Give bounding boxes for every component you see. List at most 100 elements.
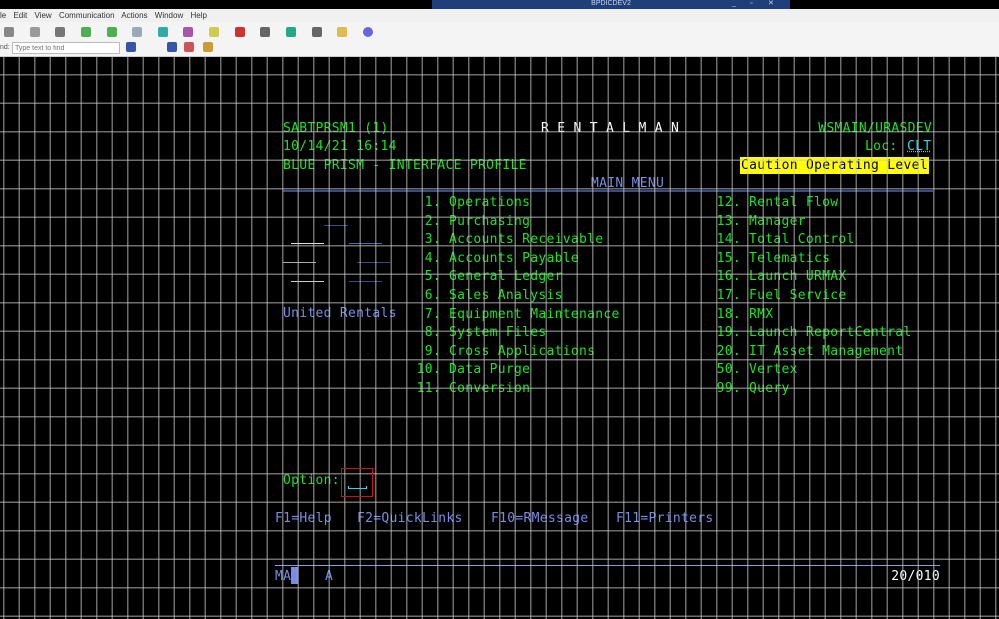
menu-actions[interactable]: Actions [121,11,147,20]
menu-item-label[interactable]: Accounts Payable [449,251,579,266]
fkey-quicklinks[interactable]: F2=QuickLinks [357,511,463,526]
date-time: 10/14/21 16:14 [283,139,397,154]
session-window-tab[interactable]: BPDICDEV2 _ ▫ ✕ [432,0,790,9]
menu-item-label[interactable]: Telematics [749,251,830,266]
menu-item-number: 10. [416,362,441,378]
menu-item-number: 5. [424,269,441,285]
arrow-down-icon[interactable] [167,42,177,52]
pause-icon[interactable] [311,27,322,37]
restore-button[interactable]: ▫ [750,0,752,8]
upload-icon[interactable] [80,27,91,37]
menu-item-label[interactable]: Fuel Service [749,288,847,303]
menu-help[interactable]: Help [190,11,206,20]
menu-item-label[interactable]: Rental Flow [749,195,838,210]
menu-item-number: 20. [716,343,741,359]
menu-communication[interactable]: Communication [59,11,115,20]
input-cursor-marker [348,486,367,489]
find-label: nd: [0,44,10,51]
fkey-printers[interactable]: F11=Printers [616,511,714,526]
menu-view[interactable]: View [35,11,52,20]
menu-item-number: 6. [424,288,441,303]
logo-line [349,243,382,244]
minimize-button[interactable]: _ [732,0,736,8]
menu-item-number: 11. [416,381,441,396]
menu-item-label[interactable]: Launch ReportCentral [749,325,912,340]
session-id: SABTPRSM1 (1) [283,121,389,136]
menu-title: MAIN MENU [591,176,665,191]
logo-line [349,281,382,282]
menu-item-label[interactable]: Vertex [749,362,798,377]
option-label: Option: [283,473,340,488]
document-icon[interactable] [132,27,143,37]
stop-icon[interactable] [260,27,271,37]
menu-item-label[interactable]: RMX [749,307,773,322]
logo-line [357,262,390,263]
menu-item-label[interactable]: Launch URMAX [749,269,847,284]
menu-item-label[interactable]: Operations [449,195,530,210]
menu-edit[interactable]: Edit [13,11,27,20]
macro-icon[interactable] [209,27,220,37]
cursor-block [291,567,298,584]
close-button[interactable]: ✕ [768,0,774,8]
menu-item-label[interactable]: Data Purge [449,362,530,377]
menu-item-label[interactable]: General Ledger [449,269,563,284]
menu-item-number: 9. [424,343,441,359]
menu-item-number: 15. [716,250,741,266]
window-title: BPDICDEV2 [591,0,631,7]
cursor-position: 20/010 [891,569,940,584]
logo-line [291,281,324,282]
logo-line [291,243,324,244]
menu-item-number: 1. [424,195,441,210]
palette-icon[interactable] [183,27,194,37]
menu-bar: le Edit View Communication Actions Windo… [0,9,999,22]
menu-item-label[interactable]: Conversion [449,381,530,396]
menu-item-label[interactable]: System Files [449,325,547,340]
fkey-rmessage[interactable]: F10=RMessage [491,511,589,526]
menu-item-label[interactable]: Total Control [749,232,855,247]
play-icon[interactable] [286,27,297,37]
logo-line [324,225,348,226]
menu-item-number: 99. [716,381,741,396]
binoculars-icon[interactable] [126,42,136,52]
display-icon[interactable] [157,27,168,37]
help-icon[interactable] [362,27,373,37]
menu-item-label[interactable]: Accounts Receivable [449,232,603,247]
menu-item-label[interactable]: Equipment Maintenance [449,307,620,322]
menu-item-label[interactable]: Manager [749,214,806,229]
menu-item-number: 19. [716,325,741,341]
profile-title: BLUE PRISM - INTERFACE PROFILE [283,158,527,173]
find-options-icon[interactable] [203,42,213,52]
menu-item-number: 18. [716,306,741,322]
menu-item-label[interactable]: Purchasing [449,214,530,229]
menu-item-number: 8. [424,325,441,341]
record-icon[interactable] [234,27,245,37]
menu-window[interactable]: Window [155,11,183,20]
menu-item-number: 4. [424,250,441,266]
copy-icon[interactable] [29,27,40,37]
find-bar: nd: [0,40,999,57]
fkey-help[interactable]: F1=Help [275,511,332,526]
loc-label: Loc: [865,139,898,154]
status-indicator: A [325,569,334,584]
download-icon[interactable] [106,27,117,37]
find-input[interactable] [12,42,120,54]
notes-icon[interactable] [337,27,348,37]
menu-item-label[interactable]: Sales Analysis [449,288,563,303]
header-divider [283,190,933,192]
app-title: R E N T A L M A N [541,121,680,136]
status-divider [275,565,940,566]
menu-item-label[interactable]: Cross Applications [449,344,595,359]
toolbar [0,22,999,40]
menu-file[interactable]: le [0,11,6,20]
menu-item-number: 14. [716,232,741,248]
option-input[interactable] [341,468,373,497]
menu-item-number: 17. [716,288,741,303]
paste-icon[interactable] [55,27,66,37]
clear-find-icon[interactable] [184,42,194,52]
company-name: United Rentals [283,306,397,321]
print-icon[interactable] [4,27,14,37]
user-library: WSMAIN/URASDEV [818,121,932,136]
menu-item-label[interactable]: IT Asset Management [749,344,903,359]
loc-value: CLT [907,139,932,154]
menu-item-label[interactable]: Query [749,381,790,396]
